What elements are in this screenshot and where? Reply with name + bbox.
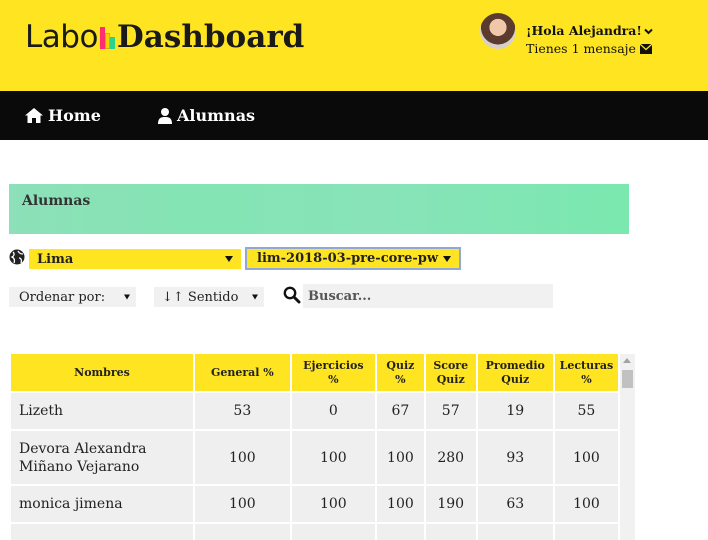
logo-text-dashboard: Dashboard [116, 19, 305, 55]
table-row[interactable]: Devora Alexandra Miñano Vejarano 100 100… [11, 431, 618, 484]
column-header-score-quiz[interactable]: Score Quiz [425, 354, 476, 391]
cell-ejercicios: 0 [291, 393, 376, 429]
home-icon [25, 108, 43, 123]
search-input[interactable] [303, 284, 553, 308]
chevron-down-icon [124, 294, 130, 300]
cell-ejercicios: 100 [291, 431, 376, 484]
scroll-up-arrow-icon[interactable] [623, 358, 631, 363]
cell-lecturas: 55 [554, 393, 618, 429]
nav-home-label: Home [48, 106, 101, 125]
nav-alumnas[interactable]: Alumnas [158, 91, 255, 140]
cell-general: 100 [195, 431, 290, 484]
avatar[interactable] [480, 13, 516, 49]
column-header-nombres[interactable]: Nombres [11, 354, 194, 391]
students-table-container: Nombres General % Ejercicios% Quiz% Scor… [9, 352, 618, 540]
cell-score: 280 [425, 431, 476, 484]
chevron-down-icon [225, 256, 233, 262]
column-header-ejercicios[interactable]: Ejercicios% [291, 354, 376, 391]
page-title: Alumnas [22, 193, 91, 209]
sort-direction-label: ↓↑ Sentido [162, 289, 239, 305]
user-icon [158, 107, 172, 124]
globe-icon [9, 249, 25, 265]
table-scrollbar[interactable] [620, 354, 635, 540]
cell-general: 100 [195, 486, 290, 522]
nav-alumnas-label: Alumnas [177, 106, 256, 125]
chevron-down-icon [252, 294, 258, 300]
envelope-icon[interactable] [639, 41, 653, 56]
section-banner: Alumnas [9, 184, 629, 234]
cell-general: 53 [195, 393, 290, 429]
table-row[interactable]: monica jimena 100 100 100 190 63 100 [11, 486, 618, 522]
cell-quiz: 100 [377, 486, 424, 522]
table-row[interactable] [11, 524, 618, 540]
scrollbar-thumb[interactable] [622, 370, 633, 388]
column-header-general[interactable]: General % [195, 354, 290, 391]
cell-promedio: 63 [477, 486, 553, 522]
cell-name: Lizeth [11, 393, 194, 429]
cell-promedio: 19 [477, 393, 553, 429]
cell-lecturas: 100 [554, 486, 618, 522]
cell-ejercicios: 100 [291, 486, 376, 522]
cell-lecturas: 100 [554, 431, 618, 484]
cell-promedio: 93 [477, 431, 553, 484]
cell-name: monica jimena [11, 486, 194, 522]
user-greeting[interactable]: ¡Hola Alejandra! [526, 23, 642, 38]
logo-text-labo: Labo [25, 19, 98, 55]
main-nav: Home Alumnas [0, 91, 708, 140]
app-logo[interactable]: Labo Dashboard [25, 14, 304, 54]
cohort-select[interactable]: lim-2018-03-pre-core-pw [245, 247, 461, 270]
nav-home[interactable]: Home [25, 91, 101, 140]
cell-quiz: 100 [377, 431, 424, 484]
chevron-down-icon [443, 255, 451, 262]
column-header-lecturas[interactable]: Lecturas% [554, 354, 618, 391]
cell-quiz: 67 [377, 393, 424, 429]
column-header-promedio-quiz[interactable]: Promedio Quiz [477, 354, 553, 391]
cell-score: 190 [425, 486, 476, 522]
city-select-value: Lima [37, 251, 74, 267]
user-menu[interactable]: ¡Hola Alejandra! Tienes 1 mensaje [480, 13, 653, 56]
cell-score: 57 [425, 393, 476, 429]
table-row[interactable]: Lizeth 53 0 67 57 19 55 [11, 393, 618, 429]
search-icon[interactable] [283, 286, 301, 304]
cohort-select-value: lim-2018-03-pre-core-pw [257, 251, 439, 266]
city-select[interactable]: Lima [29, 249, 241, 269]
order-by-label: Ordenar por: [19, 289, 106, 305]
students-table: Nombres General % Ejercicios% Quiz% Scor… [9, 352, 618, 540]
order-by-select[interactable]: Ordenar por: [9, 287, 136, 307]
column-header-quiz[interactable]: Quiz% [377, 354, 424, 391]
cell-name: Devora Alexandra Miñano Vejarano [11, 431, 194, 484]
messages-link[interactable]: Tienes 1 mensaje [526, 41, 636, 56]
logo-bars-icon [99, 23, 115, 49]
sort-direction-select[interactable]: ↓↑ Sentido [154, 287, 264, 307]
top-header: Labo Dashboard ¡Hola Alejandra! Tienes 1… [0, 0, 708, 91]
chevron-down-icon[interactable] [644, 26, 653, 41]
